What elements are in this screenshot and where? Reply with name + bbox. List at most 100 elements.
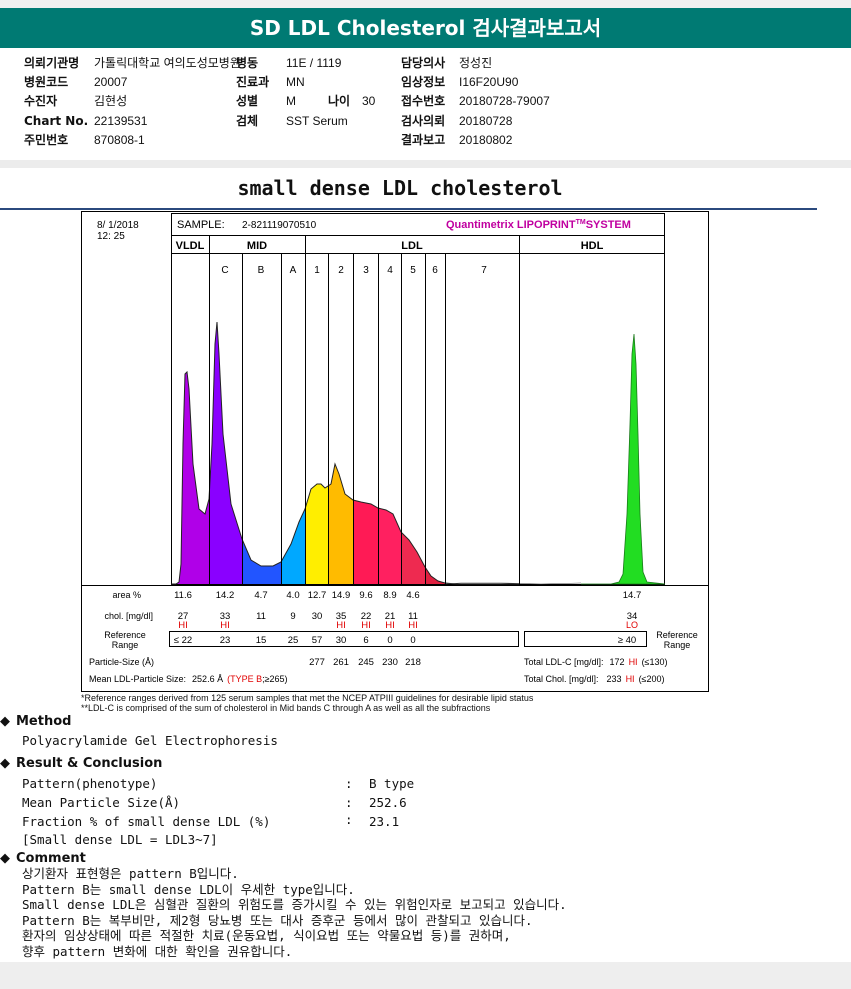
band-label-7: 7 <box>481 265 487 276</box>
info-label: Chart No. <box>24 114 89 128</box>
ref-value: 23 <box>220 635 231 646</box>
area-value: 9.6 <box>359 590 372 601</box>
result-label-fraction: Fraction % of small dense LDL (%) <box>22 814 271 829</box>
chol-value: 11 <box>256 611 266 622</box>
info-col3-row1: 담당의사 정성진 <box>401 54 492 73</box>
age-value: 30 <box>362 94 376 108</box>
chol-value: 30 <box>312 611 323 622</box>
area-label: area % <box>112 590 141 600</box>
info-value: 20007 <box>94 75 128 89</box>
info-value: 20180728-79007 <box>459 94 550 108</box>
result-label-size: Mean Particle Size(Å) <box>22 795 181 810</box>
footnote-1: *Reference ranges derived from 125 serum… <box>81 693 534 703</box>
result-label-pattern: Pattern(phenotype) <box>22 776 158 791</box>
title-underline <box>0 208 817 210</box>
info-label: 임상정보 <box>401 75 446 89</box>
band-label-2: 2 <box>338 265 344 276</box>
info-value: 김현성 <box>94 94 128 108</box>
comment-text: 상기환자 표현형은 pattern B입니다. Pattern B는 small… <box>22 866 567 959</box>
info-value: 가톨릭대학교 여의도성모병원 <box>94 56 241 70</box>
group-label-mid: MID <box>247 240 267 252</box>
result-value-fraction: 23.1 <box>369 814 400 829</box>
ref-label-1: Reference <box>104 630 146 640</box>
info-value: 정성진 <box>459 56 493 70</box>
info-label: 주민번호 <box>24 133 69 147</box>
hdl-ref: ≥ 40 <box>618 635 636 646</box>
size-value: 230 <box>382 657 398 668</box>
info-label: 접수번호 <box>401 94 446 108</box>
method-heading: ◆ Method <box>0 714 72 729</box>
size-value: 218 <box>405 657 421 668</box>
band-label-4: 4 <box>387 265 393 276</box>
info-value: 20180802 <box>459 133 513 147</box>
size-value: 277 <box>309 657 325 668</box>
comment-line: Pattern B는 복부비만, 제2형 당뇨병 또는 대사 증후군 등에서 많… <box>22 912 533 928</box>
info-row-4: Chart No. 22139531 <box>24 112 147 131</box>
info-value: M <box>286 94 296 108</box>
diamond-bullet-icon: ◆ <box>0 851 10 866</box>
footnote-2: **LDL-C is comprised of the sum of chole… <box>81 703 491 713</box>
result-heading: ◆ Result & Conclusion <box>0 756 163 771</box>
chol-flag: HI <box>336 620 346 631</box>
comment-line: Pattern B는 small dense LDL이 우세한 type입니다. <box>22 881 355 897</box>
info-label: 의뢰기관명 <box>24 56 80 70</box>
sample-id: 2-821119070510 <box>242 220 317 231</box>
total-ldl-line: Total LDL-C [mg/dl]: 172 HI (≤130) <box>524 657 668 667</box>
chol-flag: HI <box>220 620 230 631</box>
age-label: 나이 <box>328 94 351 108</box>
info-value: I16F20U90 <box>459 75 519 89</box>
group-label-vldl: VLDL <box>176 240 205 252</box>
info-label: 검사의뢰 <box>401 114 446 128</box>
size-label: Particle-Size (Å) <box>89 657 154 667</box>
hdl-flag: LO <box>626 620 638 630</box>
info-col3-row3: 접수번호 20180728-79007 <box>401 92 550 111</box>
chol-flag: HI <box>178 620 188 631</box>
chol-flag: HI <box>408 620 418 631</box>
chol-label: chol. [mg/dl] <box>104 611 153 621</box>
info-value: 870808-1 <box>94 133 145 147</box>
total-chol-line: Total Chol. [mg/dl]: 233 HI (≤200) <box>524 674 665 684</box>
colon: : <box>345 795 353 810</box>
comment-line: Small dense LDL은 심혈관 질환의 위험도를 증가시킬 수 있는 … <box>22 897 567 912</box>
info-row-1: 의뢰기관명 가톨릭대학교 여의도성모병원 <box>24 54 241 73</box>
ref-value: 0 <box>387 635 392 646</box>
band-label-5: 5 <box>410 265 416 276</box>
report-date: 8/ 1/2018 <box>97 220 139 231</box>
chol-value: 9 <box>290 611 295 622</box>
comment-line: 향후 pattern 변화에 대한 확인을 권유합니다. <box>22 943 293 959</box>
result-value-size: 252.6 <box>369 795 407 810</box>
info-label: 병원코드 <box>24 75 69 89</box>
system-name: Quantimetrix LIPOPRINTTMSYSTEM <box>446 219 631 231</box>
info-label: 진료과 <box>236 75 270 89</box>
info-label: 병동 <box>236 56 259 70</box>
chol-flag: HI <box>361 620 371 631</box>
ref-value: 30 <box>336 635 347 646</box>
info-col2-row2: 진료과 MN <box>236 73 305 92</box>
bottom-bar <box>0 962 851 989</box>
info-col3-row4: 검사의뢰 20180728 <box>401 112 512 131</box>
report-title: small dense LDL cholesterol <box>237 176 563 200</box>
area-value: 12.7 <box>308 590 327 601</box>
info-value: 22139531 <box>94 114 148 128</box>
info-value: 20180728 <box>459 114 513 128</box>
ref-value: 6 <box>363 635 368 646</box>
group-label-ldl: LDL <box>401 240 423 252</box>
comment-line: 환자의 임상상태에 따른 적절한 치료(운동요법, 식이요법 또는 약물요법 등… <box>22 928 511 943</box>
info-label: 수진자 <box>24 94 58 108</box>
area-value: 11.6 <box>174 590 192 601</box>
colon: : <box>345 812 353 827</box>
hdl-area: 14.7 <box>623 590 642 601</box>
size-value: 261 <box>333 657 349 668</box>
area-value: 14.2 <box>216 590 235 601</box>
area-value: 4.0 <box>286 590 299 601</box>
info-label: 검체 <box>236 114 259 128</box>
diamond-bullet-icon: ◆ <box>0 714 10 729</box>
info-row-5: 주민번호 870808-1 <box>24 131 145 150</box>
info-value: 11E / 1119 <box>286 56 342 70</box>
info-col3-row5: 결과보고 20180802 <box>401 131 512 150</box>
comment-line: 상기환자 표현형은 pattern B입니다. <box>22 866 239 881</box>
band-label-3: 3 <box>363 265 369 276</box>
ref-label-2: Range <box>112 640 139 650</box>
comment-heading: ◆ Comment <box>0 851 86 866</box>
info-label: 담당의사 <box>401 56 446 70</box>
